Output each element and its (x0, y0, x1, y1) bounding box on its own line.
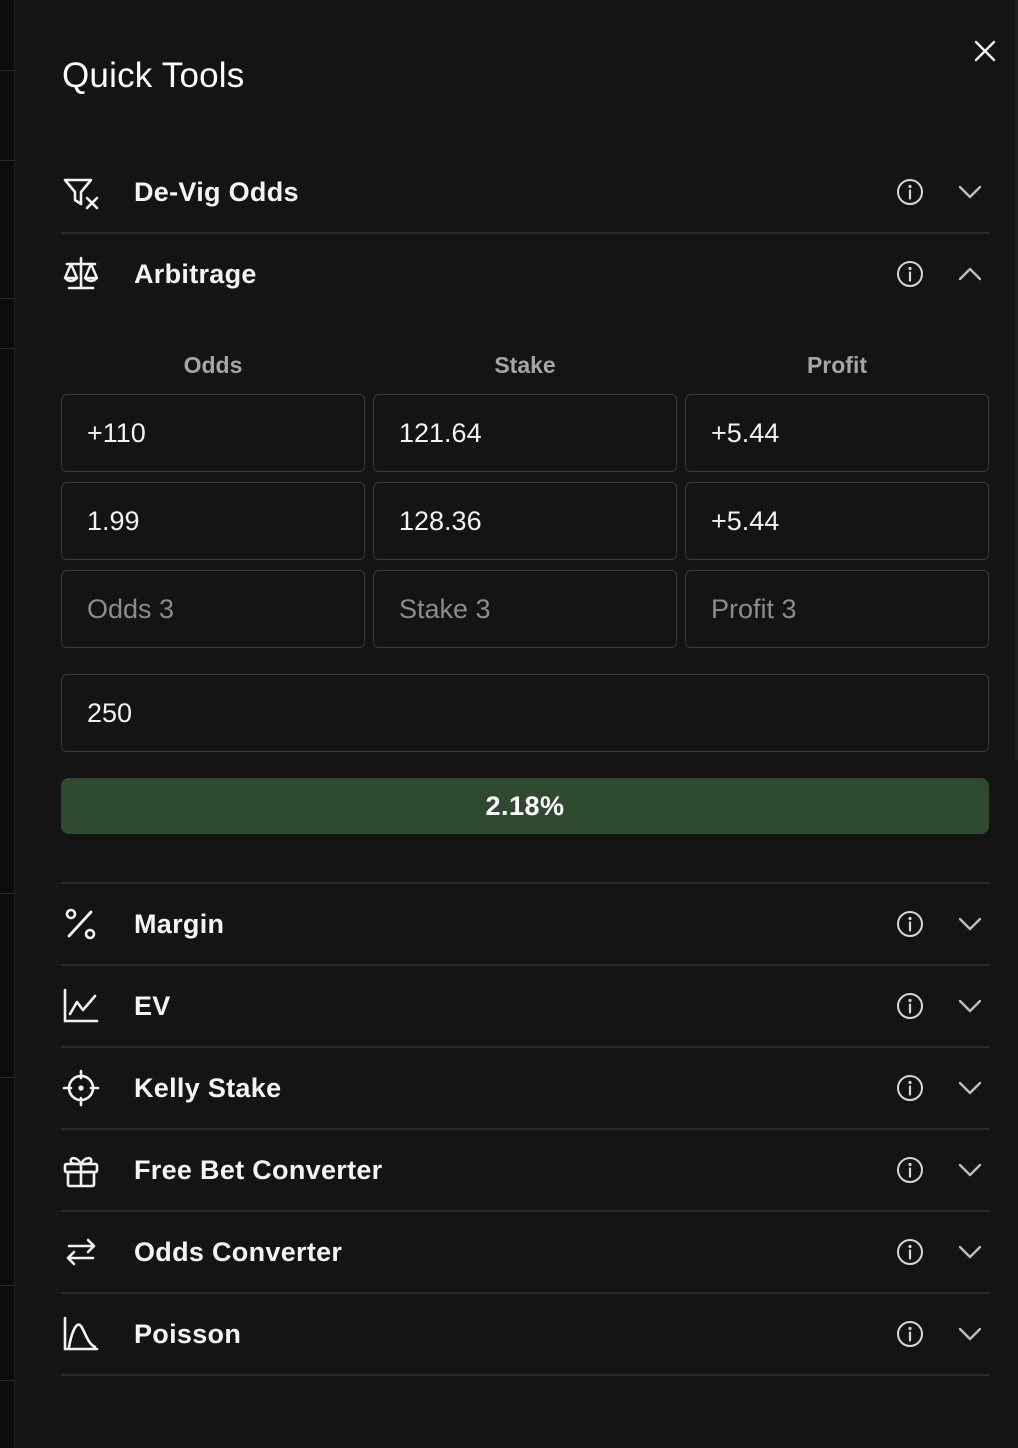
profit-field-3[interactable]: Profit 3 (685, 570, 989, 648)
divider (61, 1374, 989, 1376)
tool-label: Margin (134, 908, 225, 939)
tool-label: Free Bet Converter (134, 1154, 383, 1185)
stake-input-1[interactable]: 121.64 (373, 394, 677, 472)
panel-title: Quick Tools (62, 56, 245, 95)
tool-label: Kelly Stake (134, 1072, 282, 1103)
profit-field-1[interactable]: +5.44 (685, 394, 989, 472)
column-header-stake: Stake (494, 352, 556, 378)
chevron-down-icon[interactable] (954, 176, 986, 208)
odds-input-1[interactable]: +110 (61, 394, 365, 472)
tool-row-arbitrage[interactable]: Arbitrage (61, 233, 989, 315)
percent-icon (61, 904, 101, 944)
chevron-down-icon[interactable] (954, 1318, 986, 1350)
scale-icon (61, 254, 101, 294)
close-button[interactable] (968, 34, 1002, 68)
info-icon[interactable] (895, 991, 925, 1021)
tool-row-margin[interactable]: Margin (61, 883, 989, 965)
chevron-down-icon[interactable] (954, 1154, 986, 1186)
total-stake-input[interactable]: 250 (61, 674, 989, 752)
crosshair-icon (61, 1068, 101, 1108)
odds-input-3[interactable]: Odds 3 (61, 570, 365, 648)
chevron-up-icon[interactable] (954, 258, 986, 290)
info-icon[interactable] (895, 177, 925, 207)
gift-icon (61, 1150, 101, 1190)
tool-row-odds-converter[interactable]: Odds Converter (61, 1211, 989, 1293)
chevron-down-icon[interactable] (954, 1236, 986, 1268)
info-icon[interactable] (895, 1319, 925, 1349)
tool-row-free-bet-converter[interactable]: Free Bet Converter (61, 1129, 989, 1211)
background-page (0, 0, 14, 1448)
info-icon[interactable] (895, 1155, 925, 1185)
arrows-swap-icon (61, 1232, 101, 1272)
tool-label: Odds Converter (134, 1236, 343, 1267)
tool-row-kelly-stake[interactable]: Kelly Stake (61, 1047, 989, 1129)
profit-field-2[interactable]: +5.44 (685, 482, 989, 560)
info-icon[interactable] (895, 1073, 925, 1103)
tool-label: Arbitrage (134, 258, 257, 289)
chevron-down-icon[interactable] (954, 908, 986, 940)
close-icon (974, 40, 996, 62)
tool-row-ev[interactable]: EV (61, 965, 989, 1047)
tool-label: EV (134, 990, 171, 1021)
info-icon[interactable] (895, 259, 925, 289)
chevron-down-icon[interactable] (954, 990, 986, 1022)
quick-tools-panel: Quick Tools De-Vig Odds Arbitrage Odds S… (14, 0, 1018, 1448)
stake-input-3[interactable]: Stake 3 (373, 570, 677, 648)
tool-row-poisson[interactable]: Poisson (61, 1293, 989, 1375)
filter-x-icon (61, 172, 101, 212)
distribution-curve-icon (61, 1314, 101, 1354)
line-chart-icon (61, 986, 101, 1026)
column-header-profit: Profit (806, 352, 868, 378)
info-icon[interactable] (895, 1237, 925, 1267)
stake-input-2[interactable]: 128.36 (373, 482, 677, 560)
tool-row-de-vig-odds[interactable]: De-Vig Odds (61, 151, 989, 233)
column-header-odds: Odds (183, 352, 243, 378)
odds-input-2[interactable]: 1.99 (61, 482, 365, 560)
tool-label: Poisson (134, 1318, 242, 1349)
arbitrage-result-badge: 2.18% (61, 778, 989, 834)
chevron-down-icon[interactable] (954, 1072, 986, 1104)
info-icon[interactable] (895, 909, 925, 939)
tool-label: De-Vig Odds (134, 176, 299, 207)
